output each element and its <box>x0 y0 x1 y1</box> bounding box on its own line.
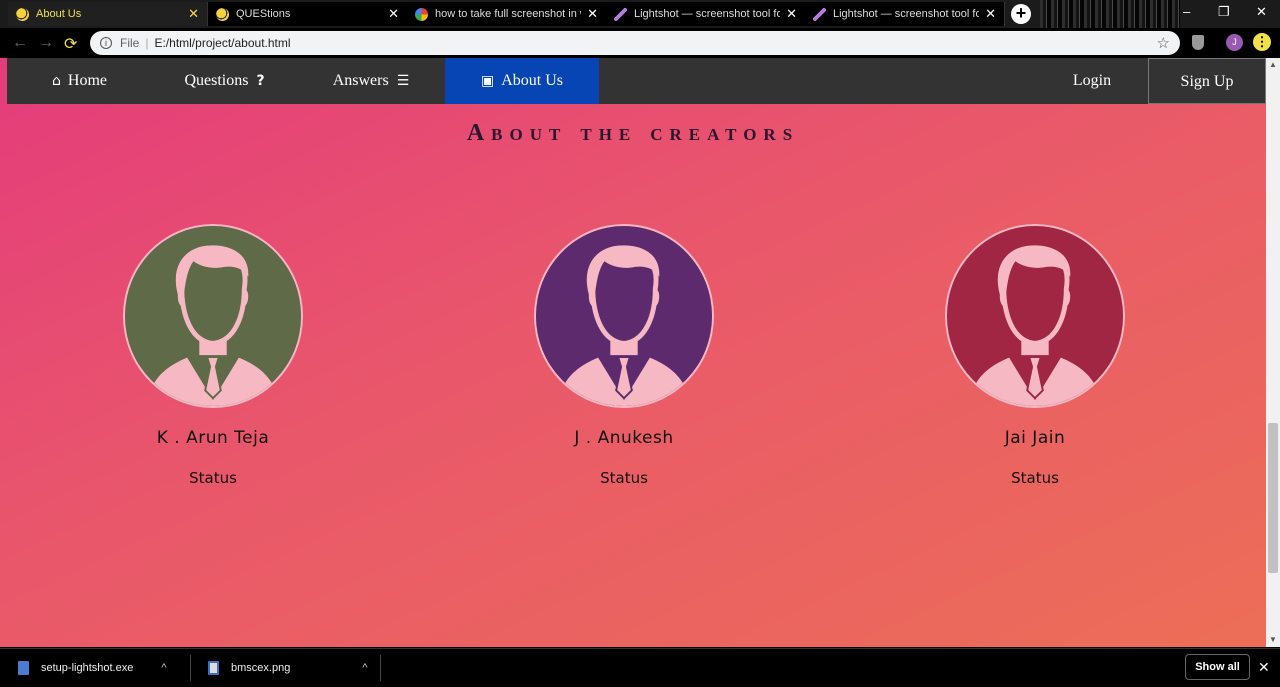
site-navbar: ⌂ Home Questions ? Answers ☰ ▣ About Us … <box>7 58 1266 104</box>
globe-icon <box>16 7 29 21</box>
reload-icon[interactable]: ⟳ <box>64 34 77 54</box>
creator-avatar <box>945 224 1125 408</box>
profile-avatar[interactable]: J <box>1226 34 1243 51</box>
close-tab-icon[interactable]: ✕ <box>985 6 996 22</box>
tab-lightshot-2[interactable]: Lightshot — screenshot tool for I ✕ <box>805 2 1005 26</box>
google-icon <box>415 7 428 21</box>
nav-about-label: About Us <box>501 72 563 89</box>
divider <box>380 655 381 681</box>
nav-questions[interactable]: Questions ? <box>152 58 297 104</box>
maximize-window-icon[interactable]: ❐ <box>1218 4 1230 20</box>
contact-card-icon: ▣ <box>480 73 495 89</box>
nav-answers-label: Answers <box>332 72 389 89</box>
info-icon[interactable]: i <box>100 37 112 49</box>
show-all-downloads-button[interactable]: Show all <box>1185 654 1250 680</box>
back-arrow-icon[interactable]: ← <box>12 34 28 52</box>
tab-google-search[interactable]: how to take full screenshot in wi ✕ <box>407 2 607 26</box>
creator-status: Status <box>600 469 648 487</box>
feather-icon <box>813 7 826 21</box>
creator-name: Jai Jain <box>1004 428 1066 448</box>
page-scrollbar[interactable]: ▲ ▼ <box>1266 58 1280 647</box>
close-tab-icon[interactable]: ✕ <box>388 6 399 22</box>
creator-avatar <box>534 224 714 408</box>
close-shelf-icon[interactable]: ✕ <box>1258 659 1270 676</box>
home-icon: ⌂ <box>52 73 61 89</box>
scroll-up-arrow-icon[interactable]: ▲ <box>1266 58 1280 72</box>
person-silhouette-icon <box>125 226 301 406</box>
download-filename: bmscex.png <box>231 662 291 674</box>
download-item[interactable]: setup-lightshot.exe ^ <box>18 649 167 687</box>
scroll-down-arrow-icon[interactable]: ▼ <box>1266 633 1280 647</box>
nav-questions-label: Questions <box>184 72 249 89</box>
login-button[interactable]: Login <box>1036 58 1148 104</box>
page-title: About the creators <box>466 120 800 146</box>
chevron-up-icon[interactable]: ^ <box>161 662 166 674</box>
signup-button[interactable]: Sign Up <box>1148 58 1266 104</box>
person-silhouette-icon <box>947 226 1123 406</box>
browser-menu-icon[interactable]: ⋮ <box>1253 33 1271 51</box>
person-silhouette-icon <box>536 226 712 406</box>
nav-answers[interactable]: Answers ☰ <box>297 58 445 104</box>
creator-card: K . Arun Teja Status <box>83 224 343 487</box>
creator-name: K . Arun Teja <box>156 428 270 448</box>
url-separator: | <box>145 36 149 50</box>
close-tab-icon[interactable]: ✕ <box>188 6 199 22</box>
creator-avatar <box>123 224 303 408</box>
scrollbar-thumb[interactable] <box>1268 423 1278 573</box>
shield-extension-icon[interactable] <box>1192 35 1204 50</box>
list-icon: ☰ <box>396 73 410 89</box>
creator-status: Status <box>189 469 237 487</box>
tab-about-us[interactable]: About Us ✕ <box>8 2 208 26</box>
tab-title: About Us <box>36 8 82 20</box>
address-bar[interactable]: i File | E:/html/project/about.html ☆ <box>90 31 1180 55</box>
creator-name: J . Anukesh <box>574 428 674 448</box>
download-shelf: setup-lightshot.exe ^ bmscex.png ^ Show … <box>0 648 1280 686</box>
tab-title: Lightshot — screenshot tool for I <box>634 8 781 20</box>
exe-file-icon <box>18 661 29 675</box>
nav-about-us[interactable]: ▣ About Us <box>445 58 599 104</box>
nav-home-label: Home <box>67 72 107 89</box>
browser-tab-strip: About Us ✕ QUEStions ✕ how to take full … <box>0 0 1280 28</box>
feather-icon <box>614 7 627 21</box>
forward-arrow-icon[interactable]: → <box>38 34 54 52</box>
download-item[interactable]: bmscex.png ^ <box>208 649 367 687</box>
creator-card: Jai Jain Status <box>905 224 1165 487</box>
nav-home[interactable]: ⌂ Home <box>7 58 152 104</box>
page-viewport: ⌂ Home Questions ? Answers ☰ ▣ About Us … <box>0 58 1266 647</box>
tab-lightshot-1[interactable]: Lightshot — screenshot tool for I ✕ <box>606 2 806 26</box>
chevron-up-icon[interactable]: ^ <box>362 662 367 674</box>
creator-card: J . Anukesh Status <box>494 224 754 487</box>
browser-toolbar: ← → ⟳ i File | E:/html/project/about.htm… <box>0 28 1280 58</box>
globe-icon <box>216 7 229 21</box>
image-file-icon <box>208 661 219 675</box>
url-text[interactable]: E:/html/project/about.html <box>154 36 1156 50</box>
close-tab-icon[interactable]: ✕ <box>587 6 598 22</box>
download-filename: setup-lightshot.exe <box>41 662 134 674</box>
minimize-window-icon[interactable]: – <box>1183 4 1190 19</box>
tab-questions[interactable]: QUEStions ✕ <box>208 2 408 26</box>
url-scheme: File <box>120 36 140 50</box>
close-tab-icon[interactable]: ✕ <box>786 6 797 22</box>
close-window-icon[interactable]: ✕ <box>1256 4 1267 20</box>
tab-title: QUEStions <box>236 8 291 20</box>
creator-status: Status <box>1011 469 1059 487</box>
tab-title: Lightshot — screenshot tool for I <box>833 8 980 20</box>
tab-title: how to take full screenshot in wi <box>435 8 582 20</box>
divider <box>190 655 191 681</box>
new-tab-button[interactable]: + <box>1011 4 1031 24</box>
question-mark-icon: ? <box>256 73 265 89</box>
bookmark-star-icon[interactable]: ☆ <box>1157 34 1170 52</box>
